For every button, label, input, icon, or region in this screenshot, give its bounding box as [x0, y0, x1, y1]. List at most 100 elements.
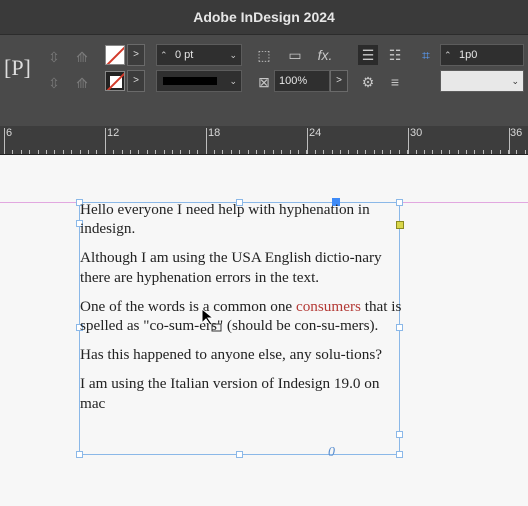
- ruler-tick: [155, 150, 157, 154]
- control-panel: [P] ⇳ ⟰ ⇳ ⟰ > > ⌃ 0 pt ⌄ ⌄ ⬚ ▭ fx. ⊠ 100…: [0, 34, 528, 127]
- chevron-down-icon: ⌄: [511, 76, 519, 86]
- mouse-cursor-icon: [201, 307, 222, 332]
- ruler-tick: [482, 150, 484, 154]
- no-stroke-icon: [106, 72, 124, 90]
- ruler-tick: [365, 150, 367, 154]
- fill-menu-button[interactable]: >: [127, 44, 145, 66]
- ruler-tick: [348, 150, 350, 154]
- paragraph: Has this happened to anyone else, any so…: [80, 346, 382, 364]
- opacity-field[interactable]: 100%: [274, 70, 330, 92]
- shear-icon[interactable]: ⟰: [72, 47, 92, 67]
- ruler-label: 24: [309, 127, 322, 139]
- ruler-tick: [314, 150, 316, 154]
- ruler-major-tick: [105, 128, 106, 154]
- flip-icon[interactable]: ⇳: [44, 73, 64, 93]
- ruler-tick: [440, 150, 442, 154]
- reference-point-icon[interactable]: [P]: [4, 53, 31, 83]
- ruler-tick: [449, 150, 451, 154]
- ruler-major-tick: [408, 128, 409, 154]
- ruler-tick: [499, 150, 501, 154]
- highlighted-word: consumers: [295, 297, 361, 315]
- window-title: Adobe InDesign 2024: [0, 0, 528, 34]
- ruler-tick: [20, 150, 22, 154]
- fill-swatch[interactable]: [105, 45, 125, 65]
- ruler-tick: [272, 150, 274, 154]
- ruler-tick: [398, 150, 400, 154]
- stroke-menu-button[interactable]: >: [127, 70, 145, 92]
- drop-shadow-icon[interactable]: ▭: [285, 45, 305, 65]
- ruler-tick: [138, 150, 140, 154]
- story-text[interactable]: Hello everyone I need help with hyphenat…: [80, 200, 402, 423]
- ruler-tick: [466, 150, 467, 154]
- ruler-label: 6: [6, 127, 13, 139]
- stroke-style-dropdown[interactable]: ⌄: [440, 70, 524, 92]
- ruler-tick: [230, 150, 232, 154]
- ruler-tick: [146, 150, 148, 154]
- ruler-tick: [424, 150, 425, 154]
- stepper-icon[interactable]: ⌃: [444, 45, 452, 65]
- stroke-weight-dropdown[interactable]: ⌃ 0 pt ⌄: [156, 44, 242, 66]
- ruler-tick: [256, 150, 257, 154]
- effects-icon[interactable]: fx.: [313, 45, 337, 65]
- spacing-field[interactable]: ⌃ 1p0: [440, 44, 524, 66]
- ruler-tick: [180, 150, 182, 154]
- ruler-tick: [12, 150, 14, 154]
- wrap-around-icon[interactable]: ☷: [385, 45, 405, 65]
- ruler-tick: [79, 150, 81, 154]
- ruler-tick: [289, 150, 291, 154]
- opacity-value: 100%: [279, 75, 308, 87]
- ruler-major-tick: [206, 128, 207, 154]
- stroke-weight-value: 0 pt: [175, 49, 194, 61]
- ruler-major-tick: [307, 128, 308, 154]
- ruler-tick: [382, 150, 383, 154]
- ruler-tick: [54, 150, 56, 154]
- spacing-value: 1p0: [459, 49, 478, 61]
- ruler-tick: [46, 150, 47, 154]
- opacity-icon: ⊠: [258, 74, 270, 90]
- ruler-major-tick: [509, 128, 510, 154]
- ruler-tick: [214, 150, 215, 154]
- ruler-tick: [390, 150, 392, 154]
- stroke-type-dropdown[interactable]: ⌄: [156, 70, 242, 92]
- ruler-tick: [239, 150, 241, 154]
- ruler-tick: [415, 150, 417, 154]
- ruler-tick: [37, 150, 39, 154]
- ruler-tick: [323, 150, 325, 154]
- rotate-icon[interactable]: ⇳: [44, 47, 64, 67]
- jump-object-icon[interactable]: ≡: [385, 72, 405, 92]
- ruler-tick: [331, 150, 333, 154]
- ruler-tick: [163, 150, 165, 154]
- ruler-tick: [457, 150, 459, 154]
- chevron-down-icon: ⌄: [229, 50, 237, 60]
- text-wrap-icon[interactable]: ☰: [358, 45, 378, 65]
- ruler-tick: [113, 150, 115, 154]
- stroke-swatch[interactable]: [105, 71, 125, 91]
- chevron-down-icon: ⌄: [229, 76, 237, 86]
- opacity-menu-button[interactable]: >: [330, 70, 348, 92]
- frame-corner-icon[interactable]: ⬚: [254, 45, 274, 65]
- ruler-tick: [474, 150, 476, 154]
- align-icon[interactable]: ⟰: [72, 73, 92, 93]
- document-canvas[interactable]: 0 Hello everyone I need help with hyphen…: [0, 155, 528, 506]
- paragraph: I am using the Italian version of Indesi…: [80, 375, 380, 412]
- frame-handle[interactable]: [396, 451, 403, 458]
- ruler-major-tick: [4, 128, 5, 154]
- ruler-tick: [188, 150, 190, 154]
- stepper-icon[interactable]: ⌃: [160, 45, 168, 65]
- ruler-tick: [71, 150, 73, 154]
- spacing-icon: ⌗: [422, 47, 430, 63]
- ruler-tick: [96, 150, 98, 154]
- ruler-tick: [247, 150, 249, 154]
- ruler-tick: [121, 150, 123, 154]
- ruler-tick: [340, 150, 341, 154]
- ruler-tick: [281, 150, 283, 154]
- ruler-tick: [130, 150, 131, 154]
- ruler-tick: [197, 150, 199, 154]
- ruler-tick: [88, 150, 89, 154]
- frame-handle[interactable]: [236, 451, 243, 458]
- frame-handle[interactable]: [76, 451, 83, 458]
- wrap-object-icon[interactable]: ⚙: [358, 72, 378, 92]
- out-port-handle[interactable]: [396, 431, 403, 438]
- frame-indicator: 0: [328, 445, 335, 460]
- ruler-label: 30: [410, 127, 423, 139]
